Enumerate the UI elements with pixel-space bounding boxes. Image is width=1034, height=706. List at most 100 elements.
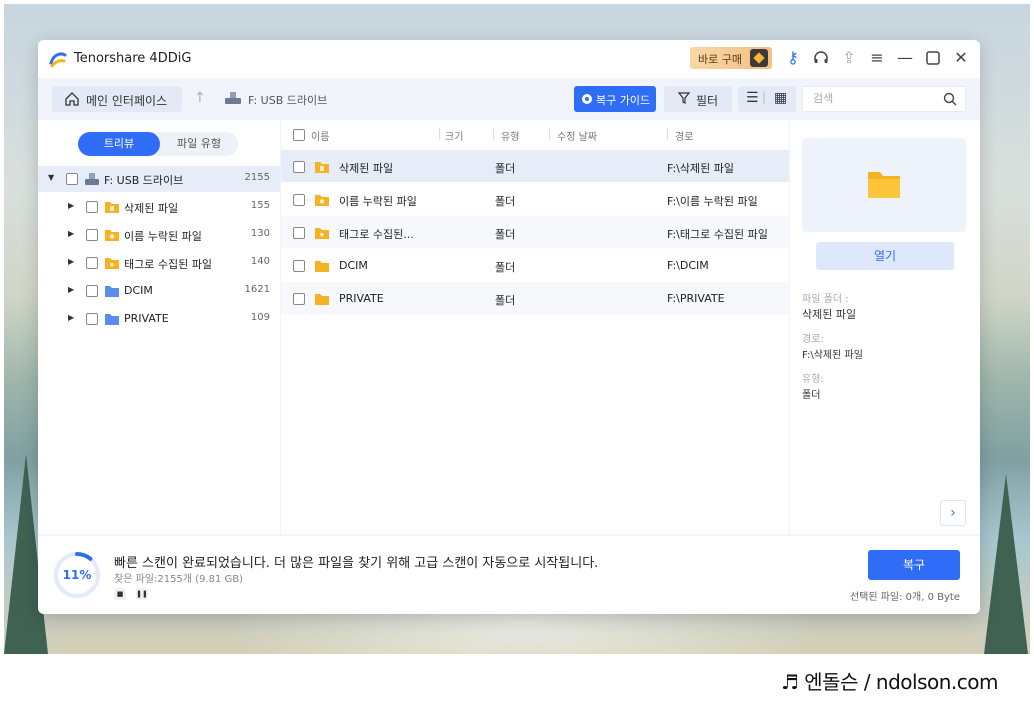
row-checkbox[interactable] [293, 260, 305, 272]
tree-item-deleted-files[interactable]: ▶ 삭제된 파일 155 [38, 194, 280, 220]
column-type[interactable]: 유형 [501, 128, 519, 143]
tree-decoration [984, 474, 1028, 654]
tree-item-lost-name-files[interactable]: ▶ 이름 누락된 파일 130 [38, 222, 280, 248]
next-arrow-button[interactable]: › [940, 500, 966, 526]
folder-icon [315, 294, 329, 305]
caret-right-icon[interactable]: ▶ [68, 201, 74, 210]
file-type: 폴더 [495, 294, 516, 307]
table-row[interactable]: 삭제된 파일 폴더 F:\삭제된 파일 [281, 150, 789, 182]
column-divider [667, 128, 668, 140]
file-type: 폴더 [495, 162, 516, 175]
column-name[interactable]: 이름 [311, 128, 329, 143]
status-bar: 11% 빠른 스캔이 완료되었습니다. 더 많은 파일을 찾기 위해 고급 스캔… [38, 536, 980, 614]
tree-label: 이름 누락된 파일 [124, 230, 202, 243]
file-name: DCIM [339, 259, 368, 272]
row-checkbox[interactable] [293, 161, 305, 173]
guide-icon [582, 94, 592, 104]
table-row[interactable]: PRIVATE 폴더 F:\PRIVATE [281, 282, 789, 314]
view-divider: | [762, 90, 767, 104]
tab-file-type[interactable]: 파일 유형 [160, 132, 238, 156]
row-checkbox[interactable] [293, 293, 305, 305]
tree-count: 130 [250, 228, 270, 239]
search-input[interactable] [811, 91, 935, 106]
table-row[interactable]: 태그로 수집된... 폴더 F:\태그로 수집된 파일 [281, 216, 789, 248]
menu-icon[interactable]: ≡ [866, 47, 888, 69]
usb-drive-icon [85, 173, 99, 185]
current-path: F: USB 드라이브 [248, 94, 328, 107]
checkbox[interactable] [66, 173, 78, 185]
tree-root-usb-drive[interactable]: ▼ F: USB 드라이브 2155 [38, 166, 280, 192]
usb-drive-icon [225, 92, 241, 104]
lost-name-folder-icon [105, 230, 119, 241]
stop-icon[interactable]: ■ [114, 588, 126, 600]
share-icon[interactable]: ⇪ [838, 47, 860, 69]
search-icon[interactable] [943, 92, 957, 106]
table-header: 이름 크기 유형 수정 날짜 경로 [281, 120, 789, 148]
deleted-folder-icon [105, 202, 119, 213]
file-list: 이름 크기 유형 수정 날짜 경로 삭제된 파일 폴더 F:\삭제된 파일 이름… [281, 120, 789, 534]
filter-button[interactable]: 필터 [664, 86, 732, 112]
up-arrow-icon[interactable]: ↑ [194, 90, 206, 106]
pause-icon[interactable]: ❚❚ [136, 588, 148, 600]
file-name: PRIVATE [339, 292, 384, 305]
detail-type-key: 유형: [802, 374, 824, 385]
tree-item-tag-files[interactable]: ▶ 태그로 수집된 파일 140 [38, 250, 280, 276]
list-view-icon[interactable]: ☰ [746, 90, 759, 106]
app-title: Tenorshare 4DDiG [74, 51, 192, 66]
row-checkbox[interactable] [293, 194, 305, 206]
home-icon [65, 92, 79, 106]
filter-icon [678, 92, 690, 104]
blue-folder-icon [105, 314, 119, 325]
table-row[interactable]: DCIM 폴더 F:\DCIM [281, 249, 789, 281]
file-path: F:\이름 누락된 파일 [667, 195, 758, 208]
recovery-guide-button[interactable]: 복구 가이드 [574, 86, 656, 112]
tree-count: 109 [250, 312, 270, 323]
tag-folder-icon [105, 258, 119, 269]
found-files-info: 찾은 파일:2155개 (9.81 GB) [114, 574, 244, 585]
checkbox[interactable] [86, 229, 98, 241]
search-box [802, 86, 966, 112]
grid-view-icon[interactable]: ▦ [774, 90, 787, 106]
details-panel: 열기 파일 폴더 : 삭제된 파일 경로: F:\삭제된 파일 유형: 폴더 › [790, 120, 980, 534]
checkbox[interactable] [86, 313, 98, 325]
maximize-icon[interactable] [922, 47, 944, 69]
minimize-icon[interactable]: — [894, 47, 916, 69]
column-size[interactable]: 크기 [445, 128, 463, 143]
row-checkbox[interactable] [293, 227, 305, 239]
tree-item-private[interactable]: ▶ PRIVATE 109 [38, 306, 280, 332]
caret-right-icon[interactable]: ▶ [68, 257, 74, 266]
checkbox[interactable] [86, 201, 98, 213]
file-path: F:\DCIM [667, 259, 709, 272]
detail-path-key: 경로: [802, 334, 824, 345]
caret-right-icon[interactable]: ▶ [68, 229, 74, 238]
caret-right-icon[interactable]: ▶ [68, 285, 74, 294]
guide-label: 복구 가이드 [596, 94, 651, 107]
detail-folder-key: 파일 폴더 : [802, 294, 849, 305]
buy-now-button[interactable]: 바로 구매 [690, 47, 772, 69]
headset-icon[interactable] [810, 47, 832, 69]
file-type: 폴더 [495, 261, 516, 274]
home-button[interactable]: 메인 인터페이스 [52, 86, 182, 112]
folder-icon [315, 261, 329, 272]
column-path[interactable]: 경로 [675, 128, 693, 143]
tree-panel: 트리뷰 파일 유형 ▼ F: USB 드라이브 2155 ▶ 삭제된 파일 15… [38, 120, 280, 534]
key-icon[interactable]: ⚷ [782, 47, 804, 69]
home-label: 메인 인터페이스 [86, 94, 168, 108]
column-modified-date[interactable]: 수정 날짜 [557, 128, 597, 143]
tree-item-dcim[interactable]: ▶ DCIM 1621 [38, 278, 280, 304]
title-bar: Tenorshare 4DDiG 바로 구매 ⚷ ⇪ ≡ — ✕ [38, 40, 980, 78]
file-path: F:\삭제된 파일 [667, 162, 734, 175]
table-row[interactable]: 이름 누락된 파일 폴더 F:\이름 누락된 파일 [281, 183, 789, 215]
checkbox[interactable] [86, 257, 98, 269]
caret-right-icon[interactable]: ▶ [68, 313, 74, 322]
open-button[interactable]: 열기 [816, 242, 954, 270]
recover-button[interactable]: 복구 [868, 550, 960, 580]
select-all-checkbox[interactable] [293, 129, 305, 141]
tab-tree-view[interactable]: 트리뷰 [78, 132, 160, 156]
close-icon[interactable]: ✕ [950, 47, 972, 69]
caret-down-icon[interactable]: ▼ [48, 173, 54, 182]
app-logo-icon [49, 52, 67, 68]
scan-status-message: 빠른 스캔이 완료되었습니다. 더 많은 파일을 찾기 위해 고급 스캔이 자동… [114, 556, 599, 571]
toolbar: 메인 인터페이스 ↑ F: USB 드라이브 복구 가이드 필터 ☰ | ▦ [38, 78, 980, 118]
checkbox[interactable] [86, 285, 98, 297]
